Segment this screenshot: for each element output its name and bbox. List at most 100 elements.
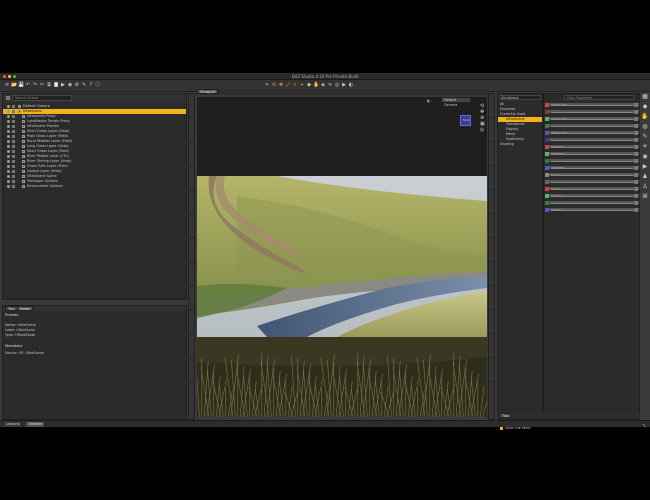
visibility-eye-icon[interactable] (7, 140, 10, 143)
slider-track[interactable] (551, 210, 633, 211)
visibility-eye-icon[interactable] (7, 185, 10, 188)
property-menu-icon[interactable] (634, 138, 638, 142)
visibility-eye-icon[interactable] (7, 135, 10, 138)
preview-icon[interactable]: ◉ (67, 82, 73, 89)
undo-icon[interactable]: ↶ (25, 82, 31, 89)
property-slider[interactable]: X Scale (544, 186, 640, 191)
camera-icon[interactable]: ◎ (334, 82, 340, 89)
lock-icon[interactable] (12, 140, 15, 143)
lock-icon[interactable] (12, 150, 15, 153)
copy-icon[interactable]: ⧉ (46, 82, 52, 89)
property-menu-icon[interactable] (634, 173, 638, 177)
hand-icon[interactable]: ✋ (313, 82, 319, 89)
params-node-selector[interactable]: UltraScene (499, 95, 541, 100)
visibility-eye-icon[interactable] (7, 160, 10, 163)
slider-track[interactable] (551, 175, 633, 176)
info-icon[interactable]: ⓘ (95, 82, 101, 89)
view-cube[interactable]: Front (460, 115, 471, 126)
view-options-icon[interactable]: ◐ (427, 98, 431, 103)
param-group-item[interactable]: Shading (498, 142, 542, 147)
tab-lessons[interactable]: Lessons (4, 422, 22, 427)
lock-icon[interactable] (12, 115, 15, 118)
property-menu-icon[interactable] (634, 131, 638, 135)
property-slider[interactable]: Z Rotate (544, 165, 640, 170)
slider-track[interactable] (551, 147, 633, 148)
property-slider[interactable]: Y Rotate (544, 151, 640, 156)
property-menu-icon[interactable] (634, 159, 638, 163)
lock-icon[interactable] (12, 175, 15, 178)
visibility-eye-icon[interactable] (7, 110, 10, 113)
property-slider[interactable]: Z Scale (544, 207, 640, 212)
slider-track[interactable] (551, 154, 633, 155)
lock-icon[interactable] (12, 130, 15, 133)
render-icon[interactable]: ▶ (341, 82, 347, 89)
visibility-eye-icon[interactable] (7, 180, 10, 183)
property-menu-icon[interactable] (634, 187, 638, 191)
script-icon[interactable]: ⌘ (641, 193, 649, 201)
render-icon[interactable]: ▶ (641, 163, 649, 171)
property-slider[interactable]: Y Scale (544, 193, 640, 198)
settings-icon[interactable]: ⚙ (74, 82, 80, 89)
property-menu-icon[interactable] (634, 180, 638, 184)
slider-track[interactable] (551, 196, 633, 197)
slider-track[interactable] (551, 105, 633, 106)
lock-icon[interactable] (12, 120, 15, 123)
lock-icon[interactable] (12, 165, 15, 168)
tab-tips[interactable]: Tips (499, 413, 513, 418)
slider-track[interactable] (551, 133, 633, 134)
show-subitems-checkbox[interactable] (500, 427, 503, 430)
lock-icon[interactable] (12, 105, 15, 108)
visibility-eye-icon[interactable] (7, 125, 10, 128)
property-slider[interactable]: X Rotate (544, 144, 640, 149)
viewport[interactable]: ◐ Default Camera Front ⟲ ✥ ⊕ ▣ ◎ (197, 97, 487, 417)
property-menu-icon[interactable] (634, 152, 638, 156)
camera-dropdown[interactable]: Default Camera (441, 97, 471, 107)
slider-track[interactable] (551, 119, 633, 120)
joint-icon[interactable]: ⌖ (299, 82, 305, 89)
tab-tool[interactable]: Tool (5, 306, 18, 311)
lock-icon[interactable] (12, 155, 15, 158)
visibility-eye-icon[interactable] (7, 165, 10, 168)
pointer-icon[interactable]: ✦ (264, 82, 270, 89)
lock-icon[interactable] (12, 125, 15, 128)
slider-track[interactable] (551, 112, 633, 113)
lock-icon[interactable] (12, 170, 15, 173)
visibility-eye-icon[interactable] (7, 105, 10, 108)
property-slider[interactable] (544, 137, 640, 142)
visibility-eye-icon[interactable] (7, 115, 10, 118)
slider-track[interactable] (551, 126, 633, 127)
property-menu-icon[interactable] (634, 145, 638, 149)
light-icon[interactable]: ☀ (641, 143, 649, 151)
slider-track[interactable] (551, 168, 633, 169)
visibility-eye-icon[interactable] (7, 155, 10, 158)
tab-timeline[interactable]: Timeline (26, 422, 45, 427)
property-menu-icon[interactable] (634, 166, 638, 170)
menu-icon[interactable]: ≡ (4, 82, 10, 89)
light-icon[interactable]: ☀ (327, 82, 333, 89)
redo-icon[interactable]: ↷ (32, 82, 38, 89)
property-menu-icon[interactable] (634, 117, 638, 121)
visibility-eye-icon[interactable] (7, 170, 10, 173)
left-side-tabs[interactable] (188, 93, 195, 420)
figure-icon[interactable]: ♟ (641, 173, 649, 181)
paste-icon[interactable]: 📋 (53, 82, 59, 89)
property-slider[interactable]: Z Translate (544, 130, 640, 135)
scene-search-input[interactable]: Search Scene (12, 95, 72, 101)
morph-icon[interactable]: ◈ (320, 82, 326, 89)
property-menu-icon[interactable] (634, 110, 638, 114)
tab-notes[interactable]: Notes (17, 306, 34, 311)
property-menu-icon[interactable] (634, 194, 638, 198)
property-slider[interactable] (544, 123, 640, 128)
property-menu-icon[interactable] (634, 208, 638, 212)
lock-icon[interactable] (12, 185, 15, 188)
material-icon[interactable]: ◍ (641, 123, 649, 131)
visibility-eye-icon[interactable] (7, 130, 10, 133)
translate-icon[interactable]: ✥ (278, 82, 284, 89)
save-icon[interactable]: 💾 (18, 82, 24, 89)
spot-icon[interactable]: ◐ (348, 82, 354, 89)
lock-icon[interactable] (12, 135, 15, 138)
right-side-tabs[interactable] (488, 93, 495, 420)
lock-icon[interactable] (12, 145, 15, 148)
property-menu-icon[interactable] (634, 201, 638, 205)
scale-icon[interactable]: ⤢ (285, 82, 291, 89)
